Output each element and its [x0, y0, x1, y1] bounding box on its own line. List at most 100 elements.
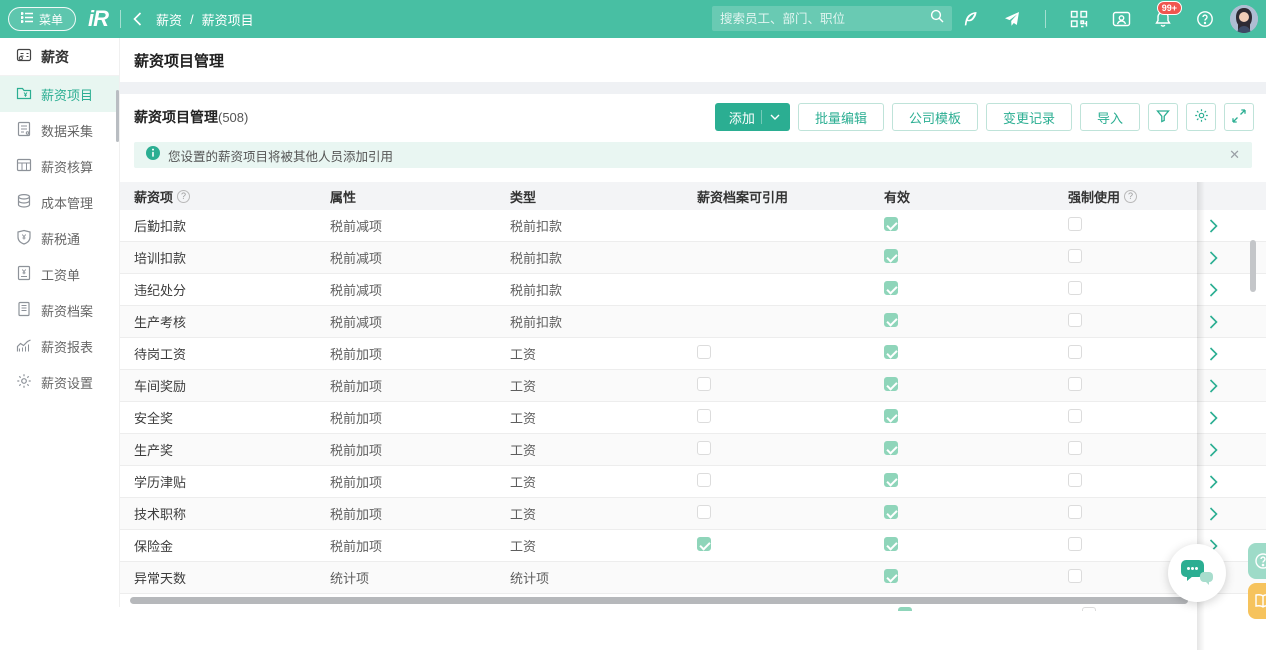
row-detail-button[interactable]	[1209, 210, 1218, 241]
table-row[interactable]: 培训扣款税前减项税前扣款	[120, 242, 1266, 274]
send-icon[interactable]	[991, 0, 1033, 38]
add-button[interactable]: 添加	[715, 103, 790, 131]
sidebar-item-薪资项目[interactable]: 薪资项目	[0, 76, 119, 112]
handbook-float-button[interactable]	[1248, 583, 1266, 619]
sidebar-item-数据采集[interactable]: 数据采集	[0, 112, 119, 148]
checkbox[interactable]	[884, 569, 898, 583]
checkbox[interactable]	[884, 313, 898, 327]
checkbox[interactable]	[1068, 409, 1082, 423]
change-log-button[interactable]: 变更记录	[986, 103, 1072, 131]
horizontal-scrollbar[interactable]	[130, 597, 1188, 604]
checkbox[interactable]	[884, 345, 898, 359]
table-row[interactable]: 车间奖励税前加项工资	[120, 370, 1266, 402]
menu-button[interactable]: 菜单	[8, 7, 76, 31]
help-float-button[interactable]	[1248, 543, 1266, 579]
checkbox[interactable]	[1082, 607, 1096, 611]
checkbox[interactable]	[1068, 569, 1082, 583]
table-row[interactable]: 后勤扣款税前减项税前扣款	[120, 210, 1266, 242]
checkbox[interactable]	[884, 249, 898, 263]
search-input[interactable]	[720, 12, 930, 26]
checkbox[interactable]	[1068, 249, 1082, 263]
checkbox[interactable]	[884, 441, 898, 455]
table-row[interactable]: 学历津贴税前加项工资	[120, 466, 1266, 498]
table-row[interactable]: 待岗工资税前加项工资	[120, 338, 1266, 370]
sidebar-item-薪资报表[interactable]: 薪资报表	[0, 328, 119, 364]
batch-edit-button[interactable]: 批量编辑	[798, 103, 884, 131]
vertical-scrollbar[interactable]	[1250, 240, 1256, 292]
fullscreen-button[interactable]	[1224, 103, 1254, 131]
checkbox[interactable]	[1068, 377, 1082, 391]
checkbox[interactable]	[697, 345, 711, 359]
sidebar-item-薪资档案[interactable]: 薪资档案	[0, 292, 119, 328]
row-detail-button[interactable]	[1209, 498, 1218, 529]
checkbox[interactable]	[1068, 473, 1082, 487]
table-row[interactable]: 生产考核税前减项税前扣款	[120, 306, 1266, 338]
checkbox[interactable]	[1068, 345, 1082, 359]
global-search[interactable]	[712, 6, 952, 31]
table-row[interactable]: 安全奖税前加项工资	[120, 402, 1266, 434]
checkbox[interactable]	[697, 441, 711, 455]
checkbox[interactable]	[1068, 441, 1082, 455]
checkbox[interactable]	[884, 217, 898, 231]
checkbox[interactable]	[697, 473, 711, 487]
checkbox[interactable]	[697, 409, 711, 423]
checkbox[interactable]	[884, 505, 898, 519]
cell-forced	[1068, 377, 1266, 394]
row-detail-button[interactable]	[1209, 370, 1218, 401]
checkbox[interactable]	[884, 409, 898, 423]
row-detail-button[interactable]	[1209, 402, 1218, 433]
checkbox[interactable]	[1068, 505, 1082, 519]
row-detail-button[interactable]	[1209, 306, 1218, 337]
breadcrumb-item[interactable]: 薪资	[156, 10, 182, 29]
checkbox[interactable]	[1068, 313, 1082, 327]
column-help-icon[interactable]: ?	[177, 190, 190, 203]
feather-icon[interactable]	[949, 0, 991, 38]
sidebar-item-工资单[interactable]: 工资单	[0, 256, 119, 292]
sidebar-item-薪资核算[interactable]: 薪资核算	[0, 148, 119, 184]
row-detail-button[interactable]	[1209, 274, 1218, 305]
search-icon[interactable]	[930, 9, 944, 28]
table-row[interactable]: 保险金税前加项工资	[120, 530, 1266, 562]
sidebar-scrollbar[interactable]	[116, 90, 119, 142]
cell-type: 工资	[510, 472, 697, 491]
filter-button[interactable]	[1148, 103, 1178, 131]
chat-widget-button[interactable]	[1168, 544, 1226, 602]
sidebar-section-label: 薪资	[41, 47, 69, 67]
qrcode-icon[interactable]	[1058, 0, 1100, 38]
row-detail-button[interactable]	[1209, 466, 1218, 497]
checkbox[interactable]	[697, 537, 711, 551]
sidebar-item-成本管理[interactable]: 成本管理	[0, 184, 119, 220]
checkbox[interactable]	[697, 505, 711, 519]
sidebar-section-salary[interactable]: 薪资	[0, 38, 119, 76]
app-logo[interactable]: iR	[88, 6, 108, 32]
row-detail-button[interactable]	[1209, 338, 1218, 369]
contact-card-icon[interactable]	[1100, 0, 1142, 38]
avatar[interactable]	[1230, 5, 1258, 33]
row-detail-button[interactable]	[1209, 434, 1218, 465]
close-icon[interactable]: ✕	[1229, 147, 1240, 163]
row-detail-button[interactable]	[1209, 242, 1218, 273]
sidebar-item-薪资设置[interactable]: 薪资设置	[0, 364, 119, 400]
checkbox[interactable]	[898, 607, 912, 611]
table-row[interactable]: 技术职称税前加项工资	[120, 498, 1266, 530]
checkbox[interactable]	[1068, 217, 1082, 231]
table-row[interactable]: 违纪处分税前减项税前扣款	[120, 274, 1266, 306]
back-button[interactable]	[133, 12, 142, 26]
sidebar-item-薪税通[interactable]: 薪税通	[0, 220, 119, 256]
settings-button[interactable]	[1186, 103, 1216, 131]
checkbox[interactable]	[884, 473, 898, 487]
company-template-button[interactable]: 公司模板	[892, 103, 978, 131]
bell-icon[interactable]: 99+	[1142, 0, 1184, 38]
checkbox[interactable]	[884, 377, 898, 391]
column-help-icon[interactable]: ?	[1124, 190, 1137, 203]
checkbox[interactable]	[884, 537, 898, 551]
checkbox[interactable]	[884, 281, 898, 295]
breadcrumb-item[interactable]: 薪资项目	[202, 10, 254, 29]
import-button[interactable]: 导入	[1080, 103, 1140, 131]
table-row[interactable]: 生产奖税前加项工资	[120, 434, 1266, 466]
table-row[interactable]: 异常天数统计项统计项	[120, 562, 1266, 594]
help-icon[interactable]	[1184, 0, 1226, 38]
checkbox[interactable]	[697, 377, 711, 391]
checkbox[interactable]	[1068, 537, 1082, 551]
checkbox[interactable]	[1068, 281, 1082, 295]
